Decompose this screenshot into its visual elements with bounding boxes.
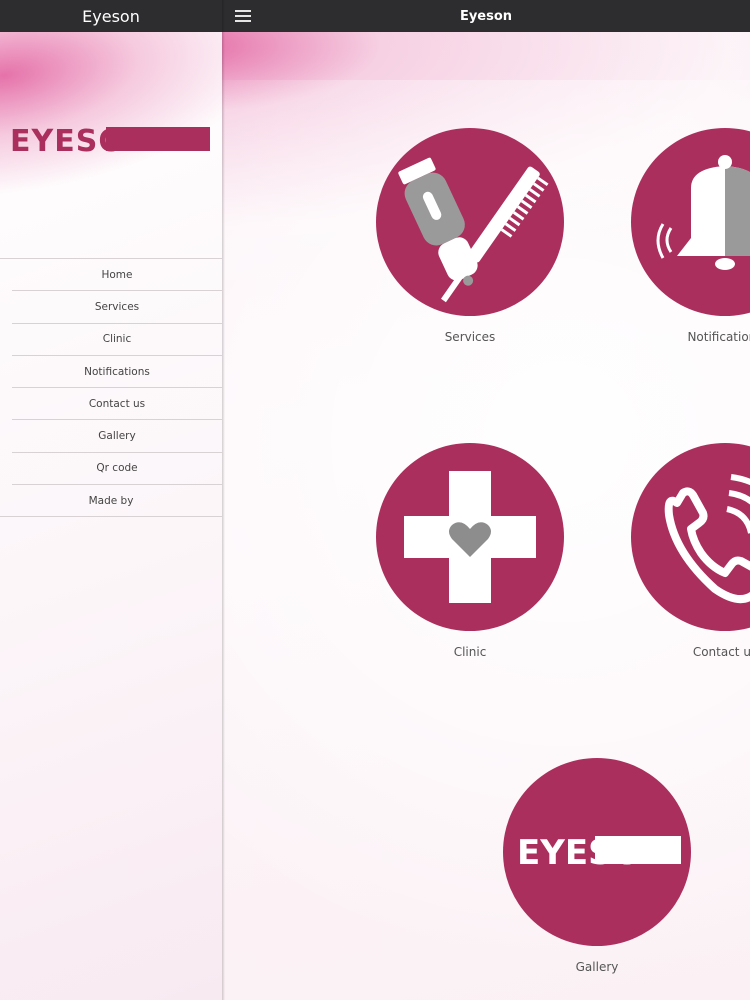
- tile-contact-us-label: Contact us: [692, 645, 750, 659]
- tile-gallery[interactable]: EYESON Gallery: [503, 758, 691, 974]
- sidebar: Eyeson EYESON Home Services Clinic Notif…: [0, 0, 222, 1000]
- main-title-text: Eyeson: [459, 8, 513, 24]
- phone-icon: [631, 443, 750, 631]
- tile-clinic[interactable]: Clinic: [376, 443, 564, 659]
- menu-item-notifications[interactable]: Notifications: [12, 356, 222, 389]
- menu-item-qr-code[interactable]: Qr code: [12, 453, 222, 486]
- sidebar-logo-text: EYESON: [10, 124, 151, 159]
- sidebar-header: Eyeson: [0, 0, 222, 32]
- main-header: Eyeson: [222, 0, 750, 32]
- sidebar-shadow: [222, 0, 225, 1000]
- tile-clinic-label: Clinic: [453, 645, 487, 659]
- tile-notifications-label: Notifications: [687, 330, 750, 344]
- bell-icon: [631, 128, 750, 316]
- menu-item-gallery[interactable]: Gallery: [12, 420, 222, 453]
- sidebar-title: Eyeson: [82, 6, 140, 26]
- menu-item-contact-us[interactable]: Contact us: [12, 388, 222, 421]
- hair-tools-icon: [376, 128, 564, 316]
- eyeson-logo-icon: EYESON: [503, 758, 691, 946]
- menu-item-home[interactable]: Home: [12, 259, 222, 292]
- tile-services-label: Services: [444, 330, 496, 344]
- main-content: Eyeson Services Notificatio Clinic Conta…: [222, 0, 750, 1000]
- medical-cross-heart-icon: [376, 443, 564, 631]
- sidebar-menu: Home Services Clinic Notifications Conta…: [0, 258, 222, 518]
- menu-item-clinic[interactable]: Clinic: [12, 324, 222, 356]
- main-title: Eyeson: [222, 0, 750, 32]
- eyeson-logo: EYESON: [10, 122, 210, 162]
- tile-services[interactable]: Services: [376, 128, 564, 344]
- menu-item-made-by[interactable]: Made by: [0, 485, 222, 518]
- tile-contact-us[interactable]: Contact us: [631, 443, 750, 659]
- tile-notifications[interactable]: Notifications: [631, 128, 750, 344]
- gallery-logo-text: EYESON: [517, 833, 670, 873]
- menu-item-services[interactable]: Services: [12, 291, 222, 324]
- tile-gallery-label: Gallery: [575, 960, 619, 974]
